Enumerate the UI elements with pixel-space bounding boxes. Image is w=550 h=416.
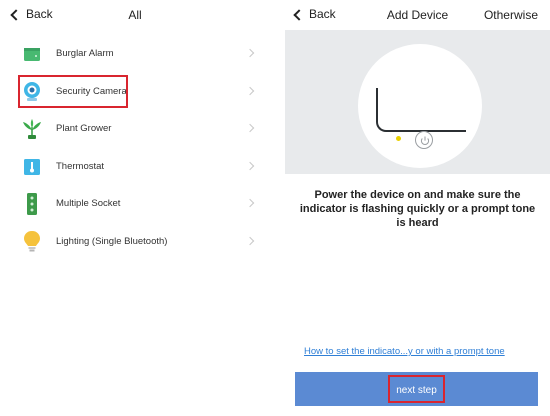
chevron-right-icon: [245, 123, 255, 133]
light-bulb-icon: [20, 230, 44, 254]
plant-grower-icon: [20, 117, 44, 141]
power-button-icon: [415, 131, 433, 149]
list-item-burglar-alarm[interactable]: Burglar Alarm: [0, 36, 270, 74]
multiple-socket-icon: [20, 192, 44, 216]
device-illustration: [285, 30, 550, 174]
selection-highlight-box: [18, 75, 128, 108]
device-category-screen: Back All Burglar Alarm Security Camera P…: [0, 0, 270, 416]
device-list: Burglar Alarm Security Camera Plant Grow…: [0, 36, 270, 261]
list-item-lighting-single-bluetooth[interactable]: Lighting (Single Bluetooth): [0, 224, 270, 262]
thermostat-icon: [20, 155, 44, 179]
next-step-label: next step: [396, 385, 437, 396]
list-item-label: Burglar Alarm: [56, 48, 114, 59]
page-title: All: [128, 8, 142, 22]
next-step-button[interactable]: next step: [295, 372, 538, 406]
chevron-right-icon: [245, 86, 255, 95]
list-item-label: Multiple Socket: [56, 198, 121, 209]
device-outline: [376, 88, 466, 132]
list-item-multiple-socket[interactable]: Multiple Socket: [0, 186, 270, 224]
list-item-label: Lighting (Single Bluetooth): [56, 235, 168, 247]
indicator-led-icon: [396, 136, 401, 141]
list-item-label: Thermostat: [56, 160, 105, 172]
chevron-right-icon: [245, 198, 255, 208]
chevron-right-icon: [245, 48, 255, 58]
list-item-label: Plant Grower: [56, 123, 112, 134]
chevron-right-icon: [245, 236, 255, 245]
otherwise-button[interactable]: Otherwise: [484, 8, 538, 22]
indicator-help-link[interactable]: How to set the indicato...y or with a pr…: [304, 346, 505, 357]
list-item-thermostat[interactable]: Thermostat: [0, 149, 270, 187]
burglar-alarm-icon: [20, 42, 44, 66]
nav-bar: Back Add Device Otherwise: [285, 0, 550, 30]
next-step-highlight-box: next step: [388, 375, 445, 403]
instruction-text: Power the device on and make sure the in…: [299, 189, 536, 229]
add-device-screen: Back Add Device Otherwise Power the devi…: [285, 0, 550, 416]
chevron-right-icon: [245, 161, 255, 170]
list-item-plant-grower[interactable]: Plant Grower: [0, 111, 270, 149]
nav-bar: Back All: [0, 0, 270, 30]
